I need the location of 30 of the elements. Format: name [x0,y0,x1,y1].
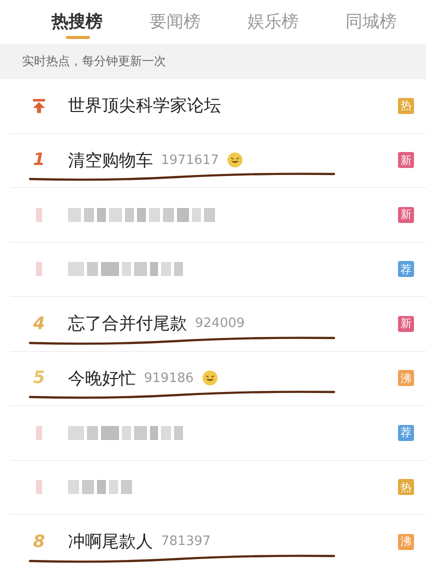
tag-badge: 新 [398,152,414,168]
topic-title[interactable]: 清空购物车 [68,148,153,172]
pin-top-icon [32,98,46,114]
blurred-text [68,480,132,494]
tag-badge: 新 [398,316,414,332]
rank-number: 1 [33,150,45,170]
topic-title[interactable]: 忘了合并付尾款 [68,312,187,336]
blurred-rank [36,262,42,276]
topic-title[interactable]: 世界顶尖科学家论坛 [68,94,221,118]
tag-badge: 热 [398,98,414,114]
notice-text: 实时热点，每分钟更新一次 [0,44,426,79]
heat-count: 919186 [144,370,194,386]
heat-count: 924009 [195,316,245,332]
rank-number: 4 [33,314,45,334]
tag-badge: 荐 [398,424,414,441]
blurred-rank [36,208,42,222]
tab[interactable]: 热搜榜 [28,0,126,44]
tag-badge: 新 [398,206,414,223]
tag-badge: 荐 [398,261,414,278]
tag-badge: 热 [398,479,414,496]
tag-badge: 沸 [398,370,414,386]
rank-number: 5 [33,368,45,388]
heat-count: 781397 [161,534,211,550]
heat-count: 1971617 [161,152,219,168]
blurred-rank [36,480,42,494]
blurred-rank [36,426,42,440]
topic-title[interactable]: 冲啊尾款人 [68,530,153,554]
tag-badge: 沸 [398,534,414,550]
rank-number: 8 [33,532,45,552]
topic-title[interactable]: 今晚好忙 [68,366,136,390]
